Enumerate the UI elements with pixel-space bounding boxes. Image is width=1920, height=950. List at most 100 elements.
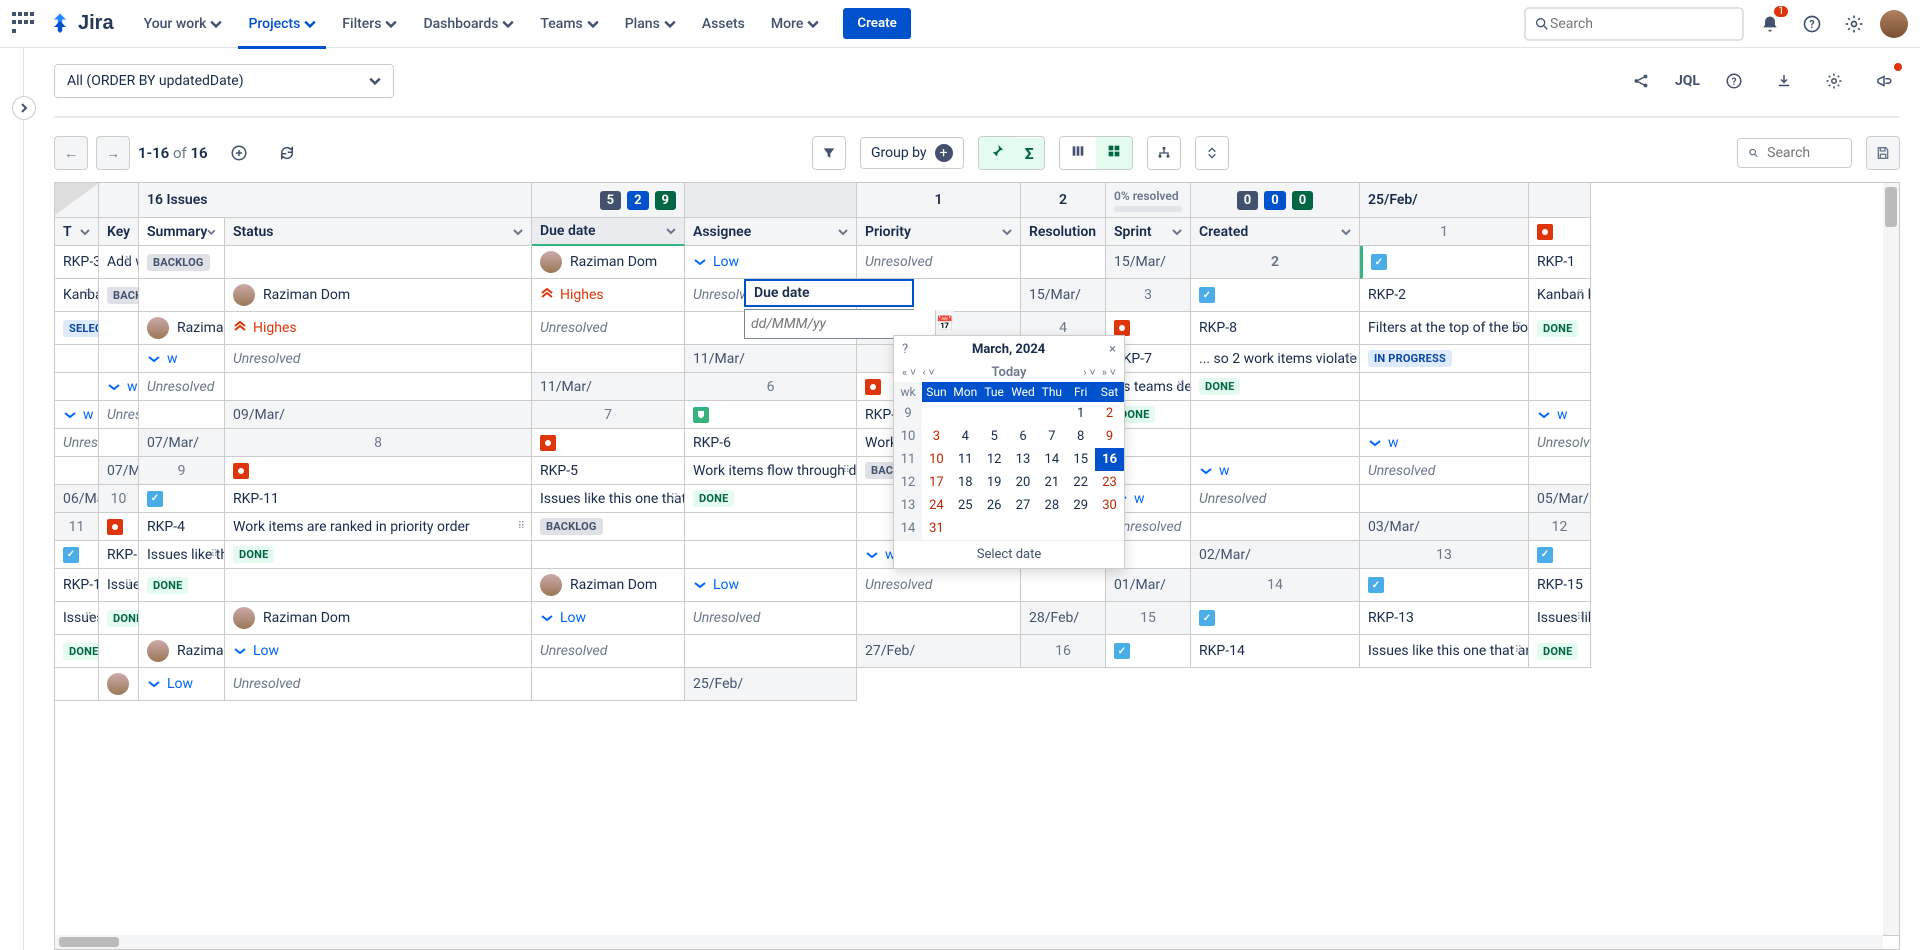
row-number[interactable]: 2 [1191,246,1360,279]
cell-duedate[interactable] [139,279,225,312]
feedback-button[interactable] [1868,65,1900,97]
cal-day[interactable]: 17 [922,471,951,494]
cell-duedate[interactable] [1529,345,1591,373]
cell-resolution[interactable]: Unresolved [532,312,685,345]
cell-assignee[interactable] [1191,429,1360,457]
expand-sidebar-button[interactable] [12,96,36,120]
cell-summary[interactable]: Issues like this one that are marked as⠿ [55,602,99,635]
settings-button[interactable] [1838,8,1870,40]
share-button[interactable] [1625,65,1657,97]
cell-assignee[interactable] [1529,373,1591,401]
cell-priority[interactable]: w [1360,429,1529,457]
drag-handle-icon[interactable]: ⠿ [1577,615,1586,621]
calendar-toggle-button[interactable]: 📅 [935,310,953,338]
drag-handle-icon[interactable]: ⠿ [1177,384,1186,390]
cell-key[interactable]: RKP-8 [1191,312,1360,345]
col-resolution[interactable]: Resolution [1021,218,1106,246]
row-number[interactable]: 1 [1360,218,1529,246]
chevron-down-icon[interactable] [838,227,848,237]
cell-type[interactable] [1360,569,1529,602]
cell-summary[interactable]: Add work items with "+ Create Issue" at⠿ [99,246,139,279]
drag-handle-icon[interactable]: ⠿ [843,468,852,474]
cal-day[interactable]: 2 [1095,402,1124,425]
cell-sprint[interactable] [532,345,685,373]
grid-search[interactable] [1737,138,1852,168]
prev-page-button[interactable]: ← [54,136,88,170]
cell-duedate[interactable] [1191,401,1360,429]
cell-type[interactable] [1529,541,1591,569]
cell-summary[interactable]: Filters at the top of the board allow yo… [1360,312,1529,345]
calendar-next-month[interactable]: › ˅ [1083,366,1095,379]
cell-assignee[interactable]: Raziman Dom [225,602,532,635]
cell-type[interactable] [139,485,225,513]
calendar-prev-year[interactable]: « ˅ [902,366,916,379]
cal-day[interactable]: 22 [1066,471,1095,494]
row-number[interactable]: 7 [532,401,685,429]
cell-status[interactable]: DONE [1191,373,1360,401]
col-assignee[interactable]: Assignee [685,218,857,246]
cell-assignee[interactable]: Raziman Dom [139,635,225,668]
cell-status[interactable]: DONE [139,569,225,602]
row-number[interactable]: 8 [225,429,532,457]
cell-status[interactable]: DONE [99,602,139,635]
calendar-close[interactable]: × [1109,342,1116,357]
chevron-down-icon[interactable] [513,227,523,237]
cell-status[interactable]: DONE [1529,312,1591,345]
col-created[interactable]: Created [1191,218,1360,246]
cal-day[interactable]: 18 [951,471,980,494]
row-number[interactable]: 11 [55,513,99,541]
cal-day[interactable]: 3 [922,425,951,448]
cal-day[interactable]: 21 [1037,471,1066,494]
cell-assignee[interactable]: Raziman Dom [139,312,225,345]
save-view-button[interactable] [1866,136,1900,170]
cell-sprint[interactable] [55,457,99,485]
row-number[interactable]: 10 [99,485,139,513]
cell-priority[interactable]: w [99,373,139,401]
drag-handle-icon[interactable]: ⠿ [1515,648,1524,654]
cal-day[interactable]: 16 [1095,448,1124,471]
row-number[interactable]: 16 [1021,635,1106,668]
cell-status[interactable]: DONE [225,541,532,569]
cell-key[interactable]: RKP-13 [1360,602,1529,635]
cal-day[interactable]: 29 [1066,494,1095,517]
cal-day[interactable]: 14 [1037,448,1066,471]
cell-created[interactable]: 06/Mar/ [55,485,99,513]
cell-resolution[interactable]: Unresolved [1191,485,1360,513]
pin-toggle[interactable] [979,137,1015,169]
cell-key[interactable]: RKP-14 [1191,635,1360,668]
cell-sprint[interactable] [857,602,1021,635]
filter-button[interactable] [812,136,846,170]
cal-day[interactable]: 8 [1066,425,1095,448]
cell-type[interactable] [55,541,99,569]
notifications-button[interactable]: 1 [1754,8,1786,40]
cell-summary[interactable]: Work items are ranked in priority order⠿ [225,513,532,541]
cell-priority[interactable]: Highes [532,279,685,312]
nav-your-work[interactable]: Your work [134,10,233,38]
cell-resolution[interactable]: Unresolved [685,602,857,635]
cell-type[interactable] [1191,602,1360,635]
cell-created[interactable]: 15/Mar/ [1106,246,1191,279]
nav-dashboards[interactable]: Dashboards [413,10,524,38]
duedate-input[interactable] [745,310,935,338]
chevron-down-icon[interactable] [1341,227,1351,237]
cell-resolution[interactable]: Unresolved [1529,429,1591,457]
cell-key[interactable]: RKP-4 [139,513,225,541]
global-search[interactable] [1524,7,1744,41]
cell-key[interactable]: RKP-3 [55,246,99,279]
cell-resolution[interactable]: Unresolved [55,429,99,457]
chevron-down-icon[interactable] [1002,227,1012,237]
cell-status[interactable]: DONE [685,485,857,513]
drag-handle-icon[interactable]: ⠿ [1515,325,1524,331]
cell-created[interactable]: 03/Mar/ [1360,513,1529,541]
nav-projects[interactable]: Projects [238,10,326,38]
cell-created[interactable]: 02/Mar/ [1191,541,1360,569]
row-number[interactable]: 12 [1529,513,1591,541]
cal-day[interactable]: 4 [951,425,980,448]
cell-created[interactable]: 01/Mar/ [1106,569,1191,602]
cal-day[interactable]: 11 [951,448,980,471]
col-key[interactable]: Key [99,218,139,246]
cell-resolution[interactable]: Unresolved [225,668,532,701]
view-settings-button[interactable] [1818,65,1850,97]
export-button[interactable] [1768,65,1800,97]
cell-sprint[interactable] [532,668,685,701]
